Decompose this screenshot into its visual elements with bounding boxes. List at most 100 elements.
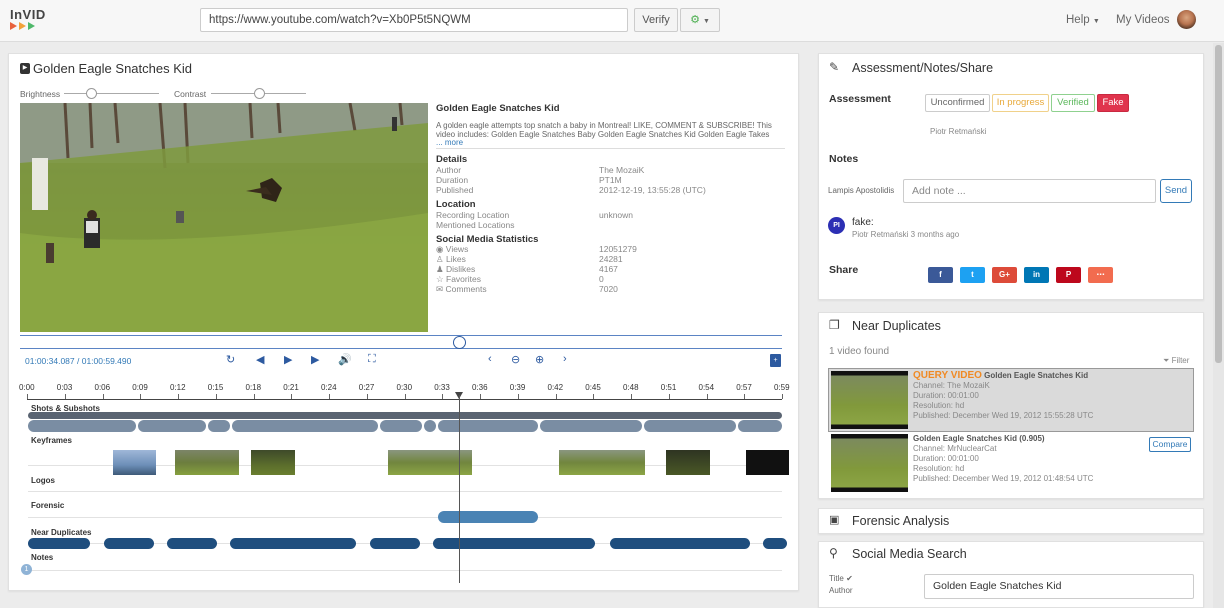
comments-icon: ✉ [436,284,444,294]
near-duplicate-segment[interactable] [230,538,356,549]
note-marker[interactable]: 1 [21,564,32,575]
assessment-fake[interactable]: Fake [1097,94,1129,112]
row-label-near-duplicates: Near Duplicates [31,528,92,537]
keyframe-thumbnail[interactable] [175,450,239,475]
subshot-segment[interactable] [28,420,136,432]
assessment-panel [818,53,1204,300]
brightness-handle[interactable] [86,88,97,99]
assessment-in-progress[interactable]: In progress [992,94,1049,112]
subshot-segment[interactable] [380,420,422,432]
invid-logo[interactable]: InVID [10,7,50,31]
compare-button[interactable]: Compare [1149,437,1191,452]
export-icon[interactable]: + [770,354,781,367]
avatar[interactable] [1177,10,1196,29]
seek-handle[interactable] [453,336,466,349]
chevron-left-icon[interactable]: ‹ [488,353,492,365]
shot-segment[interactable] [28,412,782,419]
youtube-icon: ▶ [20,63,30,74]
step-back-icon[interactable]: ◀ [256,353,264,366]
views-label: ◉ Views [436,244,469,254]
zoom-out-icon[interactable]: ⊖ [511,353,520,366]
duplicate-video-info: Golden Eagle Snatches Kid (0.905) Channe… [913,434,1094,483]
tick-label: 0:42 [547,383,564,392]
subshot-segment[interactable] [424,420,436,432]
settings-dropdown[interactable]: ⚙ ▼ [680,8,720,32]
subshot-segment[interactable] [738,420,782,432]
tick-label: 0:03 [56,383,73,392]
send-button[interactable]: Send [1160,179,1192,203]
add-note-input[interactable]: Add note ... [903,179,1156,203]
near-duplicate-segment[interactable] [167,538,217,549]
share-twitter-button[interactable]: t [960,267,985,283]
title-checkbox[interactable]: Title ✔ [829,574,853,583]
tick-label: 0:27 [358,383,375,392]
contrast-handle[interactable] [254,88,265,99]
forensic-segment[interactable] [438,511,538,523]
verify-button[interactable]: Verify [634,8,678,32]
subshot-segment[interactable] [644,420,736,432]
share-pinterest-button[interactable]: P [1056,267,1081,283]
likes-value: 24281 [599,254,623,264]
keyframe-thumbnail[interactable] [559,450,645,475]
share-linkedin-button[interactable]: in [1024,267,1049,283]
play-icon[interactable]: ▶ [284,353,292,366]
near-duplicate-segment[interactable] [433,538,595,549]
likes-label: ♙ Likes [436,254,466,264]
comments-value: 7020 [599,284,618,294]
fullscreen-icon[interactable]: ⛶ [368,353,376,366]
keyframe-thumbnail[interactable] [666,450,710,475]
brightness-slider[interactable] [64,93,159,94]
zoom-in-icon[interactable]: ⊕ [535,353,544,366]
step-forward-icon[interactable]: ▶ [311,353,319,366]
filter-icon: ⏷ [1163,356,1170,365]
assessment-verified[interactable]: Verified [1051,94,1095,112]
near-duplicate-segment[interactable] [610,538,750,549]
near-duplicate-segment[interactable] [763,538,787,549]
detail-author-label: Author [436,165,462,175]
search-icon: ⚲ [829,546,838,560]
tick-mark [782,394,783,399]
share-googleplus-button[interactable]: G+ [992,267,1017,283]
keyframe-thumbnail[interactable] [113,450,156,475]
subshot-segment[interactable] [208,420,230,432]
scrollbar-thumb[interactable] [1215,45,1222,363]
share-more-button[interactable]: ⋯ [1088,267,1113,283]
near-duplicate-segment[interactable] [370,538,420,549]
duplicate-video-thumbnail[interactable] [831,434,908,492]
keyframe-thumbnail[interactable] [251,450,295,475]
subshot-segment[interactable] [232,420,378,432]
assessment-title: Assessment/Notes/Share [852,61,994,75]
author-checkbox[interactable]: Author [829,586,853,595]
location-recording-value: unknown [599,210,634,220]
near-duplicate-segment[interactable] [104,538,154,549]
subshot-segment[interactable] [438,420,538,432]
subshot-segment[interactable] [540,420,642,432]
my-videos-link[interactable]: My Videos [1116,14,1169,26]
tick-label: 0:36 [472,383,488,392]
ruler-line [27,399,782,400]
url-input[interactable]: https://www.youtube.com/watch?v=Xb0P5t5N… [200,8,628,32]
subshot-segment[interactable] [138,420,206,432]
near-duplicate-segment[interactable] [28,538,90,549]
seek-bar[interactable] [20,335,782,349]
detail-published-value: 2012-12-19, 13:55:28 (UTC) [599,185,706,195]
social-search-input[interactable]: Golden Eagle Snatches Kid [924,574,1194,599]
chevron-right-icon[interactable]: › [563,353,567,365]
tick-label: 0:18 [245,383,262,392]
social-search-title: Social Media Search [852,547,967,561]
thumbs-up-icon: ♙ [436,254,444,264]
more-link[interactable]: ... more [436,138,463,147]
volume-icon[interactable]: 🔊 [338,353,352,366]
keyframe-thumbnail[interactable] [746,450,789,475]
video-player[interactable] [20,103,428,332]
replay-icon[interactable]: ↻ [226,353,235,366]
edit-icon: ✎ [829,60,840,74]
help-menu[interactable]: Help ▼ [1066,14,1100,26]
favorites-value: 0 [599,274,604,284]
filter-button[interactable]: ⏷ Filter [1163,356,1189,366]
assessment-unconfirmed[interactable]: Unconfirmed [925,94,990,112]
share-facebook-button[interactable]: f [928,267,953,283]
row-divider [28,517,782,518]
assessment-by: Piotr Retmański [930,127,987,136]
tick-label: 0:12 [170,383,186,392]
